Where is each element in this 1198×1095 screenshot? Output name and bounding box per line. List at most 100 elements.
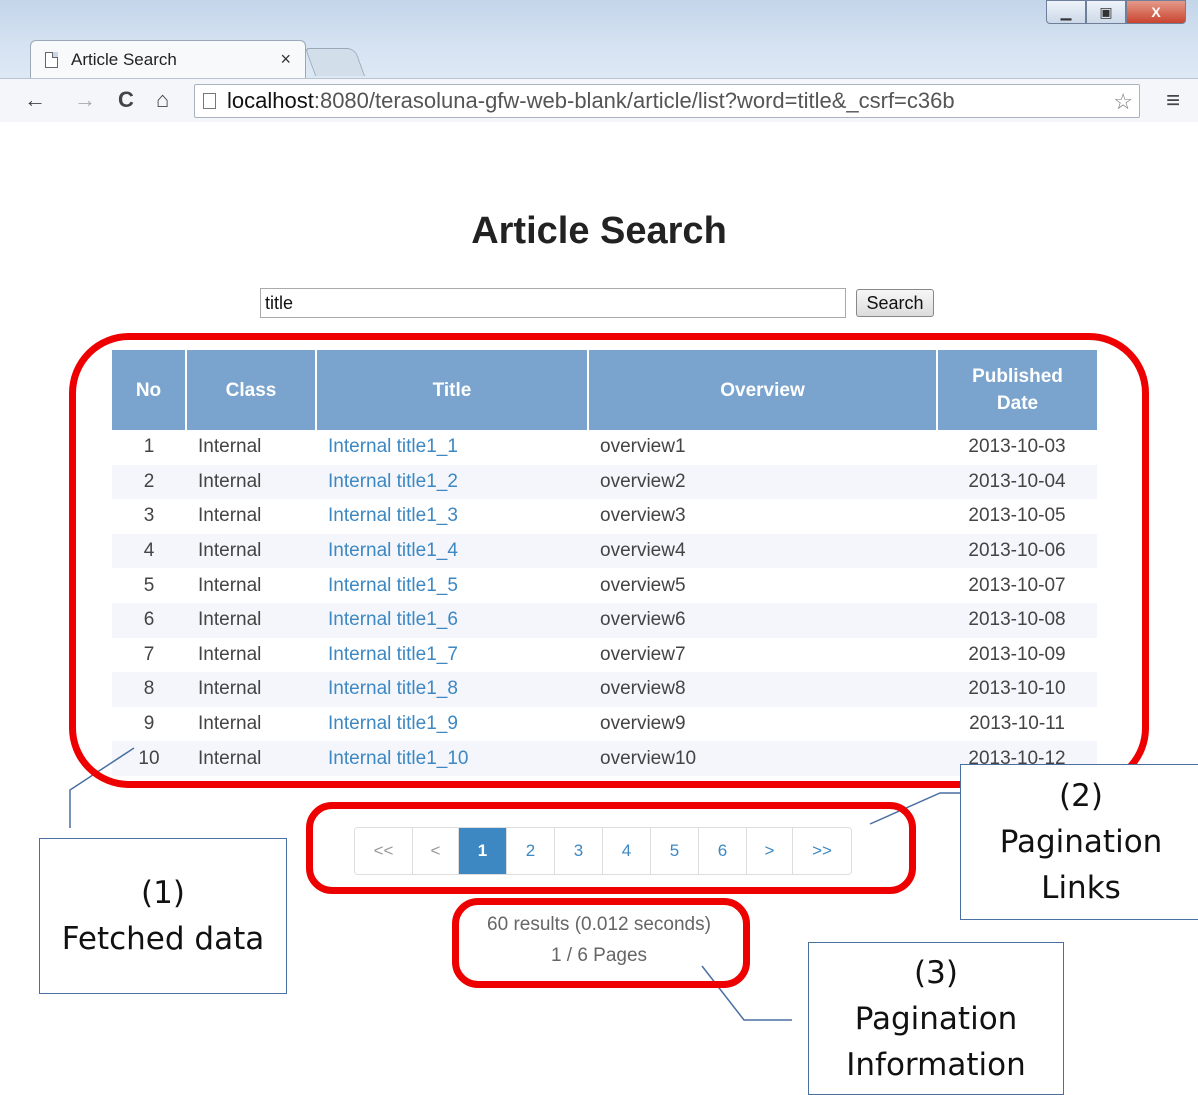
table-row: 10 Internal Internal title1_10 overview10 20… <box>112 741 1097 776</box>
minimize-button[interactable]: ▁ <box>1046 0 1086 24</box>
article-title-link[interactable]: Internal title1_5 <box>316 568 588 603</box>
cell-overview: overview3 <box>600 505 686 527</box>
callout-pagination-links-number: (2) <box>1059 778 1103 814</box>
table-row: 1 Internal Internal title1_1 overview1 2013-… <box>112 430 1097 465</box>
table-row: 3 Internal Internal title1_3 overview3 2013-… <box>112 499 1097 534</box>
callout-fetched-data-number: (1) <box>141 875 185 911</box>
pagination-link[interactable]: << <box>355 828 413 874</box>
cell-class: Internal <box>186 672 316 707</box>
table-body: 1 Internal Internal title1_1 overview1 2013-… <box>112 430 1097 776</box>
search-input[interactable] <box>260 288 846 318</box>
address-bar[interactable]: localhost:8080/terasoluna-gfw-web-blank/… <box>194 84 1140 118</box>
pagination-link[interactable]: >> <box>793 828 851 874</box>
callout-pagination-links: (2) Pagination Links <box>960 764 1198 920</box>
new-tab-button[interactable] <box>304 48 366 76</box>
article-title-link[interactable]: Internal title1_10 <box>316 741 588 776</box>
tab-strip: Article Search × ▁ ▣ X <box>0 0 1198 78</box>
article-title-link[interactable]: Internal title1_1 <box>316 430 588 465</box>
cell-published-date: 2013-10-09 <box>968 643 1066 665</box>
cell-no: 7 <box>143 643 155 665</box>
back-icon[interactable]: ← <box>24 87 46 113</box>
cell-overview: overview1 <box>600 436 686 458</box>
table-row: 9 Internal Internal title1_9 overview9 2013-… <box>112 707 1097 742</box>
close-window-button[interactable]: X <box>1126 0 1186 24</box>
home-icon[interactable]: ⌂ <box>156 87 169 113</box>
article-title-link[interactable]: Internal title1_3 <box>316 499 588 534</box>
cell-overview: overview5 <box>600 574 686 596</box>
header-title: Title <box>316 350 589 430</box>
cell-class: Internal <box>198 574 262 596</box>
header-published-date: Published Date <box>937 350 1097 430</box>
window-controls: ▁ ▣ X <box>1046 0 1186 28</box>
article-title-link[interactable]: Internal title1_2 <box>316 464 588 500</box>
callout-pagination-links-label-1: Pagination <box>999 824 1163 860</box>
header-overview: Overview <box>588 350 938 430</box>
cell-class: Internal <box>186 602 316 638</box>
browser-chrome: Article Search × ▁ ▣ X ← → C ⌂ localhost… <box>0 0 1198 122</box>
callout-pagination-information: (3) Pagination Information <box>808 942 1064 1095</box>
article-title-link[interactable]: Internal title1_9 <box>316 707 588 742</box>
url-text: localhost:8080/terasoluna-gfw-web-blank/… <box>227 88 955 114</box>
article-title-link[interactable]: Internal title1_8 <box>316 672 588 707</box>
cell-published-date: 2013-10-07 <box>968 574 1066 596</box>
cell-class: Internal <box>186 741 316 776</box>
article-title-link[interactable]: Internal title1_4 <box>316 533 588 569</box>
reload-icon[interactable]: C <box>118 87 134 113</box>
cell-published-date: 2013-10-11 <box>969 713 1065 735</box>
forward-icon[interactable]: → <box>74 87 96 113</box>
article-title-link[interactable]: Internal title1_6 <box>316 602 588 638</box>
cell-overview: overview2 <box>588 464 937 500</box>
cell-no: 1 <box>143 436 155 458</box>
tab-close-icon[interactable]: × <box>280 49 291 70</box>
table-row: 6 Internal Internal title1_6 overview6 2013-… <box>112 602 1097 638</box>
cell-overview: overview6 <box>588 602 937 638</box>
cell-overview: overview10 <box>588 741 937 776</box>
pagination-link[interactable]: 5 <box>651 828 699 874</box>
cell-no: 9 <box>143 713 155 735</box>
cell-no: 3 <box>143 505 155 527</box>
header-no: No <box>112 350 187 430</box>
cell-no: 8 <box>112 672 186 707</box>
table-row: 4 Internal Internal title1_4 overview4 2013-… <box>112 533 1097 569</box>
pagination-link[interactable]: < <box>413 828 459 874</box>
cell-no: 10 <box>112 741 186 776</box>
pagination-link[interactable]: 4 <box>603 828 651 874</box>
pagination-link[interactable]: 6 <box>699 828 747 874</box>
cell-class: Internal <box>198 713 262 735</box>
cell-class: Internal <box>186 533 316 569</box>
pagination-link[interactable]: 2 <box>507 828 555 874</box>
article-table: No Class Title Overview Published Date 1… <box>112 350 1097 776</box>
tab-title: Article Search <box>71 50 177 69</box>
pagination-link[interactable]: 1 <box>459 828 507 874</box>
callout-fetched-data-label: Fetched data <box>61 921 265 957</box>
url-host: localhost <box>227 88 314 113</box>
pagination-link[interactable]: > <box>747 828 793 874</box>
callout-pagination-information-label-1: Pagination <box>854 1000 1018 1037</box>
bookmark-star-icon[interactable]: ☆ <box>1113 89 1133 115</box>
page-title: Article Search <box>471 210 727 252</box>
page-icon <box>203 93 216 109</box>
cell-overview: overview9 <box>600 713 686 735</box>
cell-class: Internal <box>198 643 262 665</box>
maximize-button[interactable]: ▣ <box>1086 0 1126 24</box>
browser-menu-icon[interactable]: ≡ <box>1166 87 1180 115</box>
cell-overview: overview4 <box>588 533 937 569</box>
callout-pagination-links-label-2: Links <box>1041 870 1121 906</box>
tab-article-search[interactable]: Article Search × <box>30 40 306 78</box>
cell-no: 2 <box>112 464 186 500</box>
pagination-link[interactable]: 3 <box>555 828 603 874</box>
callout-fetched-data: (1) Fetched data <box>39 838 287 994</box>
url-path: :8080/terasoluna-gfw-web-blank/article/l… <box>313 88 955 113</box>
callout-pagination-information-label-2: Information <box>846 1046 1026 1083</box>
cell-class: Internal <box>198 436 262 458</box>
table-row: 8 Internal Internal title1_8 overview8 2013-… <box>112 672 1097 707</box>
header-class: Class <box>186 350 317 430</box>
table-row: 2 Internal Internal title1_2 overview2 2013-… <box>112 464 1097 500</box>
cell-class: Internal <box>198 505 262 527</box>
search-button[interactable]: Search <box>856 289 934 317</box>
article-title-link[interactable]: Internal title1_7 <box>316 638 588 673</box>
cell-published-date: 2013-10-10 <box>937 672 1097 707</box>
cell-no: 5 <box>143 574 155 596</box>
cell-published-date: 2013-10-03 <box>968 436 1066 458</box>
cell-published-date: 2013-10-05 <box>968 505 1066 527</box>
